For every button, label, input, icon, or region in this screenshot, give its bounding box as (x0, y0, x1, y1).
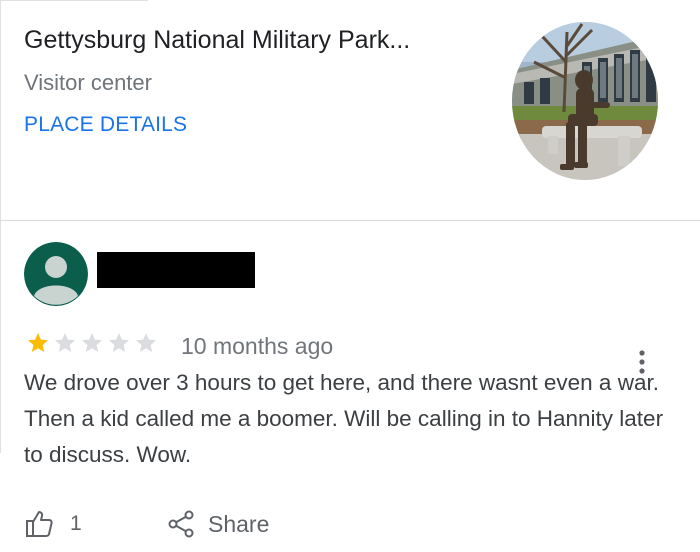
share-icon (168, 510, 194, 538)
star-rating (26, 331, 158, 355)
share-label: Share (208, 510, 270, 537)
place-type: Visitor center (24, 70, 152, 95)
redacted-author-name (97, 252, 255, 288)
star-empty-icon (136, 333, 156, 352)
review-left-border (0, 221, 1, 453)
place-title[interactable]: Gettysburg National Military Park... (24, 26, 410, 55)
review-card: 10 months ago We drove over 3 hours to g… (0, 221, 700, 552)
star-empty-icon (109, 333, 129, 352)
place-details-link[interactable]: PLACE DETAILS (24, 113, 187, 137)
star-empty-icon (55, 333, 75, 352)
review-text: We drove over 3 hours to get here, and t… (24, 370, 664, 467)
place-header: Gettysburg National Military Park... Vis… (0, 0, 700, 221)
share-button[interactable]: Share (166, 509, 269, 539)
star-empty-icon (82, 333, 102, 352)
user-avatar-icon (24, 242, 88, 306)
place-photo[interactable] (512, 22, 658, 180)
like-button[interactable]: 1 (24, 509, 82, 539)
statue-photo-icon (512, 22, 658, 180)
left-border (0, 0, 1, 221)
thumbs-up-icon (26, 511, 53, 537)
top-border (0, 0, 148, 1)
star-filled-icon (28, 333, 48, 352)
avatar[interactable] (24, 242, 88, 306)
review-time: 10 months ago (181, 333, 334, 359)
like-count: 1 (70, 512, 82, 535)
